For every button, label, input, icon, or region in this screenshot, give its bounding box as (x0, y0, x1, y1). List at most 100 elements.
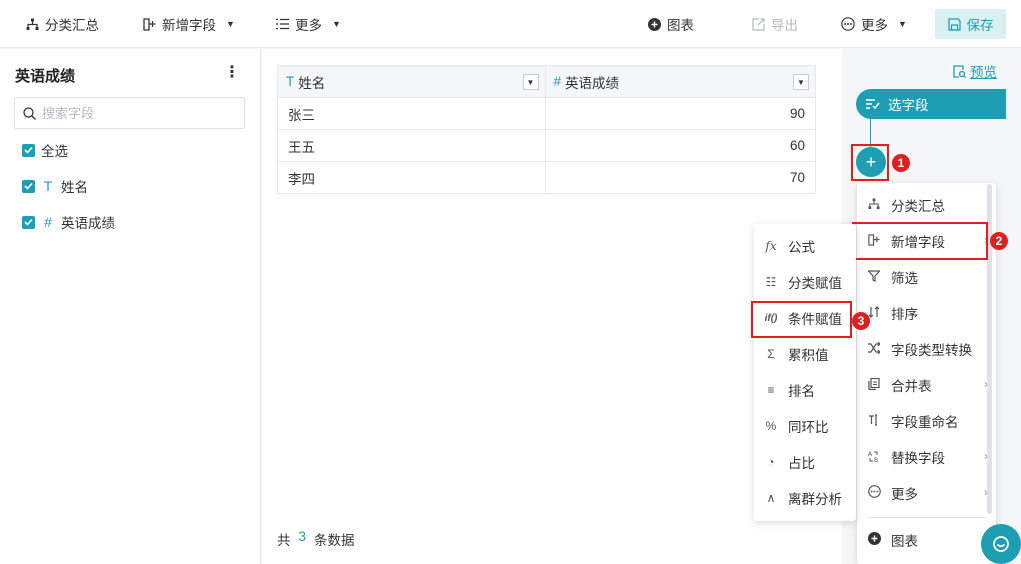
save-button[interactable]: 保存 (935, 9, 1006, 39)
classify-summary-label: 分类汇总 (45, 18, 99, 33)
row-count-number: 3 (298, 529, 307, 544)
export-label: 导出 (771, 18, 798, 33)
table-row: 王五 60 (277, 129, 816, 162)
plus-circle-icon (648, 17, 661, 31)
field-panel: 英语成绩 ⋮ 全选 T 姓名 # 英语成绩 (0, 49, 261, 564)
submenu-item-proportion[interactable]: ◔ 占比 (754, 444, 856, 480)
more-left-button[interactable]: 更多 ▼ (276, 0, 341, 48)
row-count-prefix: 共 (277, 533, 291, 548)
chat-support-button[interactable] (981, 524, 1021, 564)
chart-label: 图表 (667, 18, 694, 33)
menu-item-label: 更多 (891, 487, 918, 502)
caret-down-icon: ▼ (898, 19, 907, 29)
menu-item-label: 字段重命名 (891, 415, 959, 430)
dataset-title: 英语成绩 (15, 68, 76, 85)
menu-item-chart[interactable]: 图表 (857, 522, 996, 558)
submenu-item-category-assign[interactable]: ☷ 分类赋值 (754, 264, 856, 300)
submenu-item-label: 累积值 (788, 348, 829, 363)
field-item-name[interactable]: T 姓名 (22, 176, 88, 196)
add-field-label: 新增字段 (162, 18, 216, 33)
export-icon (752, 17, 765, 31)
add-field-submenu: fx 公式 ☷ 分类赋值 if() 条件赋值 Σ 累积值 ≡ 排名 % 同环比 … (754, 224, 856, 521)
menu-item-rename-field[interactable]: 字段重命名 (857, 403, 996, 439)
menu-item-more[interactable]: 更多 › (857, 475, 996, 511)
submenu-item-outlier[interactable]: ∧ 离群分析 (754, 480, 856, 516)
submenu-item-formula[interactable]: fx 公式 (754, 228, 856, 264)
submenu-item-label: 离群分析 (788, 492, 842, 507)
menu-item-replace-field[interactable]: AB 替换字段 › (857, 439, 996, 475)
preview-link[interactable]: 预览 (953, 61, 997, 81)
field-label: 姓名 (61, 180, 88, 195)
highlight-box-condition-assign (751, 301, 852, 338)
search-icon (23, 106, 36, 120)
search-field-input[interactable] (42, 105, 232, 121)
menu-divider (867, 517, 986, 518)
menu-item-merge-table[interactable]: 合并表 › (857, 367, 996, 403)
menu-item-label: 字段类型转换 (891, 343, 972, 358)
preview-label: 预览 (970, 65, 997, 80)
filter-icon (867, 269, 881, 285)
step-select-fields[interactable]: 选字段 (856, 89, 1006, 119)
add-field-icon (143, 17, 156, 31)
menu-item-label: 筛选 (891, 271, 918, 286)
table-row: 李四 70 (277, 161, 816, 194)
cell-name: 李四 (277, 161, 546, 194)
cumulative-icon: Σ (767, 347, 775, 361)
menu-item-filter[interactable]: 筛选 (857, 259, 996, 295)
more-left-label: 更多 (295, 18, 322, 33)
highlight-box-add (851, 144, 889, 181)
column-dropdown-icon[interactable]: ▼ (793, 74, 809, 90)
select-all-checkbox[interactable]: 全选 (22, 140, 68, 160)
row-count: 共 3 条数据 (277, 529, 355, 549)
column-header-score[interactable]: # 英语成绩 ▼ (544, 65, 816, 98)
submenu-item-label: 公式 (788, 240, 815, 255)
kebab-menu-icon[interactable]: ⋮ (224, 63, 240, 83)
menu-item-sort[interactable]: 排序 (857, 295, 996, 331)
more-icon (867, 485, 881, 501)
menu-item-classify-summary[interactable]: 分类汇总 (857, 187, 996, 223)
step-marker-3: 3 (852, 312, 870, 330)
menu-item-label: 图表 (891, 534, 918, 549)
step-marker-2: 2 (990, 232, 1008, 250)
column-header-name[interactable]: T 姓名 ▼ (277, 65, 546, 98)
shuffle-icon (867, 341, 881, 357)
cell-score: 90 (544, 97, 816, 130)
pie-icon: ◔ (767, 455, 775, 469)
chart-button[interactable]: 图表 (648, 0, 694, 48)
list-icon (276, 18, 289, 30)
menu-item-type-convert[interactable]: 字段类型转换 (857, 331, 996, 367)
classify-summary-button[interactable]: 分类汇总 (26, 0, 99, 48)
save-label: 保存 (966, 18, 994, 33)
submenu-item-label: 占比 (788, 456, 815, 471)
toolbar: 分类汇总 新增字段 ▼ 更多 ▼ 图表 导出 更多 ▼ 保存 (0, 0, 1021, 48)
submenu-item-label: 排名 (788, 384, 815, 399)
column-name: 姓名 (298, 75, 326, 91)
more-circle-icon (841, 17, 855, 31)
cell-name: 张三 (277, 97, 546, 130)
field-label: 英语成绩 (61, 216, 115, 231)
table-row: 张三 90 (277, 97, 816, 130)
row-count-suffix: 条数据 (314, 533, 355, 548)
more-right-button[interactable]: 更多 ▼ (841, 0, 907, 48)
sitemap-icon (26, 18, 39, 30)
outlier-icon: ∧ (766, 491, 776, 505)
submenu-item-cumulative[interactable]: Σ 累积值 (754, 336, 856, 372)
step-label: 选字段 (888, 98, 929, 113)
preview-icon (953, 64, 966, 78)
menu-item-label: 合并表 (891, 379, 932, 394)
export-button[interactable]: 导出 (752, 0, 798, 48)
data-table: T 姓名 ▼ # 英语成绩 ▼ 张三 90 王五 60 李四 70 (277, 65, 816, 194)
menu-item-label: 替换字段 (891, 451, 945, 466)
text-type-icon: T (43, 178, 53, 194)
more-right-label: 更多 (861, 18, 888, 33)
submenu-item-period-compare[interactable]: % 同环比 (754, 408, 856, 444)
sitemap-icon (867, 197, 881, 213)
caret-down-icon: ▼ (332, 19, 341, 29)
submenu-item-rank[interactable]: ≡ 排名 (754, 372, 856, 408)
rename-icon (867, 413, 881, 429)
field-item-score[interactable]: # 英语成绩 (22, 212, 115, 232)
column-dropdown-icon[interactable]: ▼ (522, 74, 539, 90)
add-field-button[interactable]: 新增字段 ▼ (143, 0, 235, 48)
select-field-icon (866, 99, 880, 110)
number-type-icon: # (553, 74, 562, 89)
